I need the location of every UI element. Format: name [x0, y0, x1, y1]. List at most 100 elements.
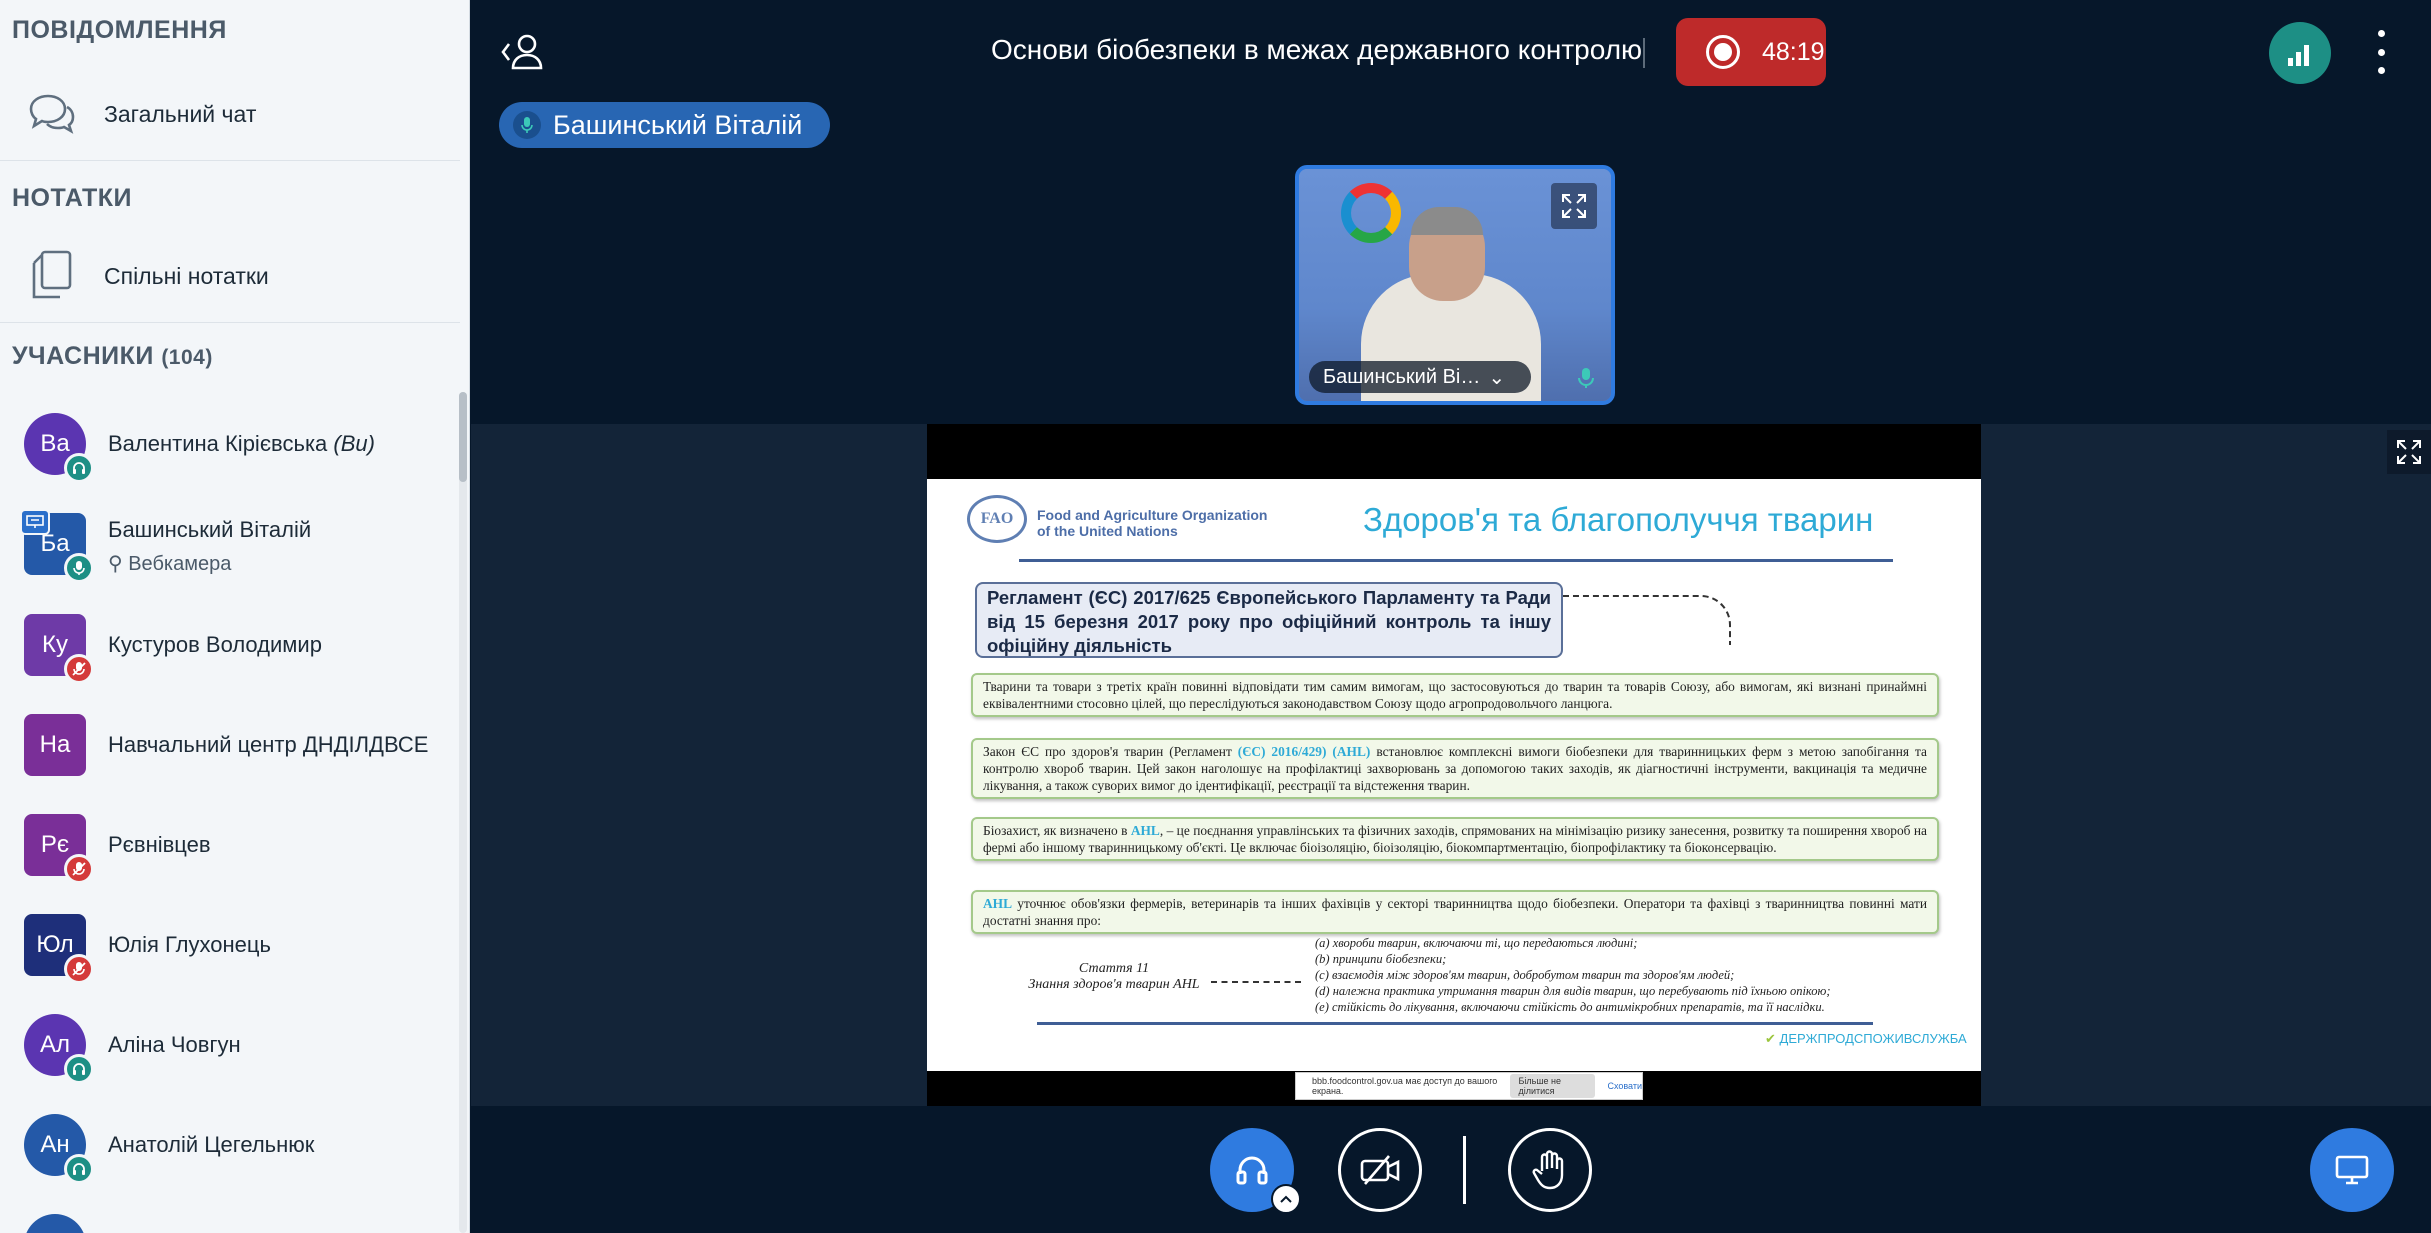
microphone-icon — [513, 111, 541, 139]
list-item: (c) взаємодія між здоров'ям тварин, добр… — [1315, 968, 1735, 982]
regulation-box: Регламент (ЄС) 2017/625 Європейського Па… — [975, 582, 1563, 658]
participant-name: Навчальний центр ДНДІЛДВСЕ — [108, 732, 429, 757]
notes-section-title: НОТАТКИ — [12, 184, 133, 212]
record-icon — [1706, 35, 1740, 69]
avatar: Юл — [24, 914, 94, 984]
avatar: Ба — [20, 509, 94, 583]
divider — [1463, 1136, 1466, 1204]
participant-row[interactable]: Юл Юлія Глухонець — [0, 904, 455, 994]
divider — [0, 160, 460, 161]
webcam-video-tile[interactable]: Башинський Ві… ⌄ — [1295, 165, 1615, 405]
avatar: Ал — [24, 1014, 94, 1084]
notes-document-icon — [22, 246, 82, 306]
participant-row[interactable]: Ан Анатолій Цегельнюк — [0, 1104, 455, 1194]
participant-row[interactable]: Ва Валентина Кірієвська (Ви) — [0, 403, 455, 493]
sidebar: ПОВІДОМЛЕННЯ Загальний чат НОТАТКИ Спіль… — [0, 0, 470, 1233]
audio-options-button[interactable] — [1271, 1184, 1301, 1214]
toggle-user-list-button[interactable] — [499, 30, 551, 74]
participant-name: Кустуров Володимир — [108, 632, 322, 657]
meeting-title: Основи біобезпеки в межах державного кон… — [991, 34, 1643, 65]
list-item: (d) належна практика утримання тварин дл… — [1315, 984, 1831, 998]
participant-status-text: Вебкамера — [128, 553, 232, 575]
public-chat-item[interactable]: Загальний чат — [0, 74, 455, 154]
participant-name: Рєвнівцев — [108, 832, 211, 857]
participant-row[interactable] — [0, 1204, 455, 1233]
top-bar: Основи біобезпеки в межах державного кон… — [471, 0, 2431, 100]
presenter-icon — [20, 509, 50, 535]
slide-text-box: Біозахист, як визначено в AHL, – це поєд… — [971, 817, 1939, 861]
microphone-muted-icon — [64, 854, 94, 884]
dashed-arrow — [1563, 595, 1731, 645]
dashed-arrow — [1211, 981, 1301, 983]
participants-title: УЧАСНИКИ — [12, 342, 154, 370]
talking-indicator: Башинський Віталій — [499, 102, 831, 148]
divider — [0, 322, 460, 323]
participant-row[interactable]: Ба Башинський Віталій ⚲ Вебкамера — [0, 503, 455, 593]
participant-row[interactable]: Рє Рєвнівцев — [0, 804, 455, 894]
fullscreen-presentation-button[interactable] — [2387, 430, 2431, 474]
pin-icon: ⚲ — [108, 553, 123, 575]
microphone-icon — [1571, 363, 1601, 393]
participant-name: Юлія Глухонець — [108, 932, 271, 957]
shared-notes-item[interactable]: Спільні нотатки — [0, 236, 455, 316]
headset-icon — [1236, 1156, 1268, 1185]
avatar: На — [24, 714, 86, 776]
participant-row[interactable]: На Навчальний центр ДНДІЛДВСЕ — [0, 704, 455, 794]
fao-logo: FAO — [967, 495, 1027, 543]
headset-icon — [64, 1154, 94, 1184]
article-label: Стаття 11 Знання здоров'я тварин AHL — [1028, 961, 1200, 992]
participant-name: Валентина Кірієвська (Ви) — [108, 431, 375, 456]
fullscreen-webcam-button[interactable] — [1551, 183, 1597, 229]
sdg-wheel-logo — [1341, 183, 1401, 243]
avatar-initials: Рє — [40, 831, 70, 858]
participants-scrollbar-thumb[interactable] — [459, 392, 467, 482]
participants-section-title: УЧАСНИКИ (104) — [12, 342, 213, 371]
raise-hand-button[interactable] — [1508, 1128, 1592, 1212]
list-item: (a) хвороби тварин, включаючи ті, що пер… — [1315, 936, 1638, 950]
fao-org-name: Food and Agriculture Organization of the … — [1037, 507, 1268, 539]
user-list-icon — [501, 34, 543, 70]
participant-row[interactable]: Ал Аліна Човгун — [0, 1004, 455, 1094]
share-screen-button[interactable] — [2310, 1128, 2394, 1212]
avatar: Ку — [24, 614, 94, 684]
participant-name: Башинський Віталій — [108, 517, 312, 542]
avatar-initials: На — [39, 731, 71, 758]
more-options-button[interactable] — [2371, 30, 2391, 74]
slide-title: Здоров'я та благополуччя тварин — [1363, 501, 1874, 538]
public-chat-label: Загальний чат — [104, 100, 257, 127]
main-area: Основи біобезпеки в межах державного кон… — [471, 0, 2431, 1233]
slide-text-box: Закон ЄС про здоров'я тварин (Регламент … — [971, 738, 1939, 799]
recording-button[interactable]: 48:19 — [1676, 18, 1826, 86]
camera-off-icon — [1360, 1155, 1400, 1185]
slide-text-box: AHL уточнює обов'язки фермерів, ветерина… — [971, 890, 1939, 934]
share-webcam-button[interactable] — [1338, 1128, 1422, 1212]
checkmark-icon: ✔ — [1765, 1031, 1776, 1046]
avatar-initials: Ва — [40, 430, 70, 457]
hand-icon — [1532, 1150, 1564, 1190]
chat-bubbles-icon — [22, 84, 82, 144]
shared-notes-label: Спільні нотатки — [104, 262, 269, 289]
participants-scrollbar[interactable] — [459, 392, 467, 1233]
microphone-muted-icon — [64, 654, 94, 684]
webcam-user-dropdown[interactable]: Башинський Ві… ⌄ — [1309, 361, 1531, 393]
presentation-slide: FAO Food and Agriculture Organization of … — [927, 479, 1981, 1071]
list-item: (b) принципи біобезпеки; — [1315, 952, 1447, 966]
participant-row[interactable]: Ку Кустуров Володимир — [0, 604, 455, 694]
article-list: (a) хвороби тварин, включаючи ті, що пер… — [1315, 935, 1831, 1015]
participant-name: Аліна Човгун — [108, 1032, 241, 1057]
expand-icon — [1562, 194, 1586, 218]
title-underline — [1019, 559, 1893, 562]
divider — [1643, 38, 1645, 68]
microphone-icon — [64, 553, 94, 583]
talking-speaker-name: Башинський Віталій — [553, 109, 803, 140]
list-item: (e) стійкість до лікування, включаючи ст… — [1315, 1000, 1825, 1014]
recording-time: 48:19 — [1762, 37, 1825, 66]
hide-notification-link[interactable]: Сховати — [1607, 1081, 1642, 1091]
participant-status: ⚲ Вебкамера — [108, 551, 231, 576]
dps-brand: ✔ ДЕРЖПРОДСПОЖИВСЛУЖБА — [1765, 1031, 1967, 1046]
notification-text: bbb.foodcontrol.gov.ua має доступ до ваш… — [1312, 1076, 1498, 1096]
stop-sharing-button[interactable]: Більше не ділитися — [1510, 1074, 1596, 1098]
webcam-user-name: Башинський Ві… — [1323, 365, 1481, 388]
connection-status-button[interactable] — [2269, 22, 2331, 84]
participants-count: (104) — [161, 346, 213, 369]
